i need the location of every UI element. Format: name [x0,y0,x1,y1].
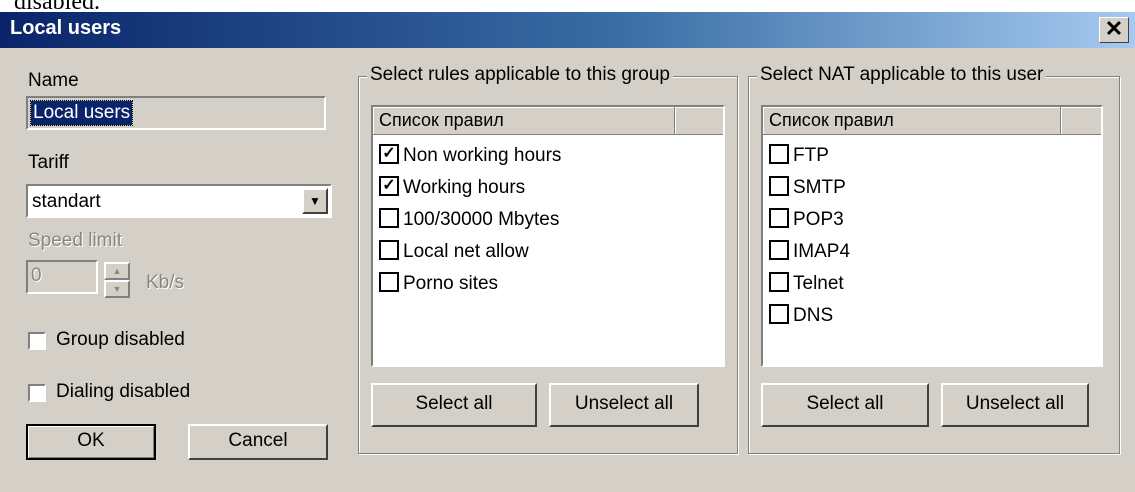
close-button[interactable]: ✕ [1099,17,1129,43]
speed-unit-label: Kb/s [146,272,185,293]
local-users-dialog: Local users ✕ Name Local users Tariff st… [0,12,1135,492]
checkbox-checked-icon[interactable]: ✓ [379,143,399,164]
checkbox-icon[interactable] [769,303,789,324]
chevron-down-icon: ▼ [309,194,321,208]
group-disabled-label: Group disabled [56,329,185,350]
nat-list-header: Список правил [763,107,1101,135]
checkbox-icon[interactable] [769,175,789,196]
spin-up-icon: ▲ [112,266,122,276]
checkbox-icon[interactable] [379,239,399,260]
checkbox-icon[interactable] [769,239,789,260]
list-item-label: DNS [793,305,834,326]
list-item-label: Local net allow [403,241,529,262]
checkbox-checked-icon[interactable]: ✓ [379,175,399,196]
list-item-label: SMTP [793,177,846,198]
rules-column-header[interactable]: Список правил [373,107,675,134]
list-item[interactable]: SMTP [769,175,846,203]
list-item-label: Non working hours [403,145,562,166]
spin-down-icon: ▼ [112,284,122,294]
ok-button[interactable]: OK [26,424,156,460]
nat-unselect-all-label: Unselect all [965,393,1065,414]
list-item[interactable]: ✓ Non working hours [379,143,562,171]
list-item[interactable]: ✓ Working hours [379,175,526,203]
tariff-label: Tariff [28,152,69,173]
list-item[interactable]: Local net allow [379,239,529,267]
spin-up-button[interactable]: ▲ [104,262,130,280]
rules-list[interactable]: Список правил ✓ Non working hours ✓ Working… [371,105,725,367]
speed-limit-value: 0 [31,265,42,286]
ok-button-label: OK [77,430,105,451]
name-field[interactable]: Local users [26,96,326,130]
rules-column-header-label: Список правил [379,110,504,130]
nat-group-title: Select NAT applicable to this user [757,64,1047,86]
rules-unselect-all-button[interactable]: Unselect all [549,383,699,427]
checkbox-icon[interactable] [769,271,789,292]
nat-column-header-extra[interactable] [1061,107,1101,134]
nat-column-header-label: Список правил [769,110,894,130]
close-icon: ✕ [1104,16,1124,41]
checkbox-icon[interactable] [769,207,789,228]
rules-column-header-extra[interactable] [675,107,723,134]
rules-select-all-label: Select all [415,393,493,414]
rules-groupbox: Select rules applicable to this group Сп… [358,64,738,454]
list-item[interactable]: POP3 [769,207,844,235]
nat-list[interactable]: Список правил FTP SMTP POP3 IMAP4 Telnet DNS [761,105,1103,367]
list-item-label: FTP [793,145,829,166]
checkbox-icon[interactable] [769,143,789,164]
tariff-dropdown-button[interactable]: ▼ [302,188,328,214]
tariff-select[interactable]: standart ▼ [26,184,332,218]
name-label: Name [28,70,79,91]
list-item[interactable]: FTP [769,143,829,171]
group-disabled-checkbox[interactable] [28,332,46,350]
nat-groupbox: Select NAT applicable to this user Списо… [748,64,1120,454]
list-item[interactable]: 100/30000 Mbytes [379,207,560,235]
speed-limit-input[interactable]: 0 [26,260,98,294]
list-item-label: 100/30000 Mbytes [403,209,560,230]
list-item[interactable]: Porno sites [379,271,499,299]
rules-list-header: Список правил [373,107,723,135]
dialing-disabled-checkbox[interactable] [28,384,46,402]
nat-select-all-button[interactable]: Select all [761,383,929,427]
title-bar[interactable]: Local users ✕ [0,12,1135,48]
list-item-label: IMAP4 [793,241,851,262]
name-field-value: Local users [29,100,134,126]
cancel-button[interactable]: Cancel [188,424,328,460]
nat-select-all-label: Select all [806,393,884,414]
speed-limit-label: Speed limit [28,230,122,251]
list-item[interactable]: DNS [769,303,834,331]
nat-column-header[interactable]: Список правил [763,107,1061,134]
checkbox-icon[interactable] [379,271,399,292]
dialing-disabled-label: Dialing disabled [56,381,191,402]
nat-unselect-all-button[interactable]: Unselect all [941,383,1089,427]
list-item[interactable]: IMAP4 [769,239,851,267]
cancel-button-label: Cancel [228,430,288,451]
rules-unselect-all-label: Unselect all [574,393,674,414]
list-item-label: Porno sites [403,273,499,294]
list-item-label: POP3 [793,209,844,230]
checkbox-icon[interactable] [379,207,399,228]
list-item[interactable]: Telnet [769,271,844,299]
list-item-label: Telnet [793,273,844,294]
tariff-select-value: standart [32,191,101,212]
window-title: Local users [10,17,122,39]
rules-group-title: Select rules applicable to this group [367,64,673,86]
list-item-label: Working hours [403,177,526,198]
spin-down-button[interactable]: ▼ [104,280,130,298]
rules-select-all-button[interactable]: Select all [371,383,537,427]
